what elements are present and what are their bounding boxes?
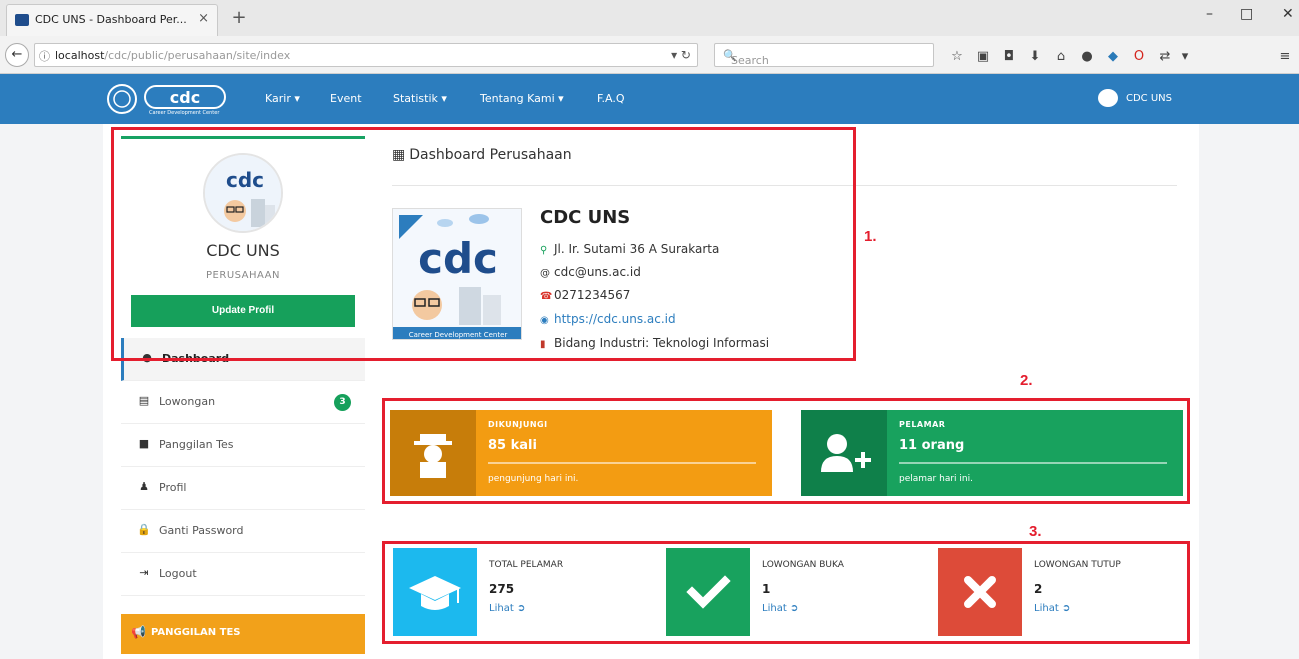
sidebar-item-logout[interactable]: ⇥ Logout: [121, 553, 365, 596]
annotation-box-3: [382, 541, 1190, 644]
new-tab-icon[interactable]: +: [228, 7, 250, 28]
tab-title: CDC UNS - Dashboard Per...: [35, 13, 187, 26]
logout-icon: ⇥: [139, 566, 149, 579]
chat-icon[interactable]: ●: [1078, 49, 1096, 64]
address-bar: ← ⓘ localhost/cdc/public/perusahaan/site…: [0, 36, 1299, 74]
browser-tab[interactable]: CDC UNS - Dashboard Per... ×: [6, 4, 218, 36]
sidebar-item-panggilan-tes[interactable]: ■ Panggilan Tes: [121, 424, 365, 467]
search-field[interactable]: 🔍 Search: [714, 43, 934, 67]
browser-tab-bar: CDC UNS - Dashboard Per... × + – □ ✕: [0, 0, 1299, 36]
reload-icon[interactable]: ▾ ↻: [671, 48, 691, 62]
nav-karir[interactable]: Karir ▾: [265, 92, 300, 105]
user-icon: ♟: [139, 480, 149, 493]
user-avatar-icon: [1098, 89, 1118, 107]
maximize-icon[interactable]: □: [1240, 6, 1253, 22]
nav-event[interactable]: Event: [330, 92, 362, 105]
close-window-icon[interactable]: ✕: [1282, 6, 1294, 22]
home-icon[interactable]: ⌂: [1052, 49, 1070, 64]
megaphone-icon: 📢: [131, 625, 146, 639]
nav-tentang-kami[interactable]: Tentang Kami ▾: [480, 92, 564, 105]
annotation-label-3: 3.: [1029, 523, 1042, 540]
url-field[interactable]: ⓘ localhost/cdc/public/perusahaan/site/i…: [34, 43, 698, 67]
lowongan-count-badge: 3: [334, 394, 351, 411]
nav-user-name: CDC UNS: [1126, 93, 1172, 104]
annotation-label-2: 2.: [1020, 372, 1033, 389]
minimize-icon[interactable]: –: [1206, 6, 1213, 22]
sidebar-item-label: Profil: [159, 481, 187, 494]
bookmark-star-icon[interactable]: ☆: [948, 49, 966, 64]
panggilan-tes-panel[interactable]: 📢 PANGGILAN TES: [121, 614, 365, 654]
info-icon[interactable]: ⓘ: [39, 48, 50, 64]
document-icon: ▤: [138, 394, 150, 407]
translate-icon[interactable]: ⇄: [1156, 49, 1174, 64]
lock-icon: 🔒: [137, 523, 151, 536]
sidebar-item-ganti-password[interactable]: 🔒 Ganti Password: [121, 510, 365, 553]
svg-text:Career Development Center: Career Development Center: [149, 110, 220, 116]
nav-statistik[interactable]: Statistik ▾: [393, 92, 447, 105]
menu-hamburger-icon[interactable]: ≡: [1276, 49, 1294, 64]
close-tab-icon[interactable]: ×: [198, 11, 209, 26]
folder-icon: ■: [138, 437, 150, 450]
svg-text:cdc: cdc: [170, 88, 200, 107]
nav-faq[interactable]: F.A.Q: [597, 92, 625, 105]
annotation-label-1: 1.: [864, 228, 877, 245]
sidebar-menu: ● Dashboard ▤ Lowongan 3 ■ Panggilan Tes…: [121, 338, 365, 596]
url-text: localhost/cdc/public/perusahaan/site/ind…: [55, 49, 291, 62]
reading-list-icon[interactable]: ▣: [974, 49, 992, 64]
sidebar-item-lowongan[interactable]: ▤ Lowongan 3: [121, 381, 365, 424]
opera-icon[interactable]: O: [1130, 49, 1148, 64]
site-navbar: cdc Career Development Center Karir ▾ Ev…: [0, 74, 1299, 124]
annotation-box-2: [382, 398, 1190, 504]
search-placeholder: 🔍 Search: [723, 49, 769, 67]
cdc-logo[interactable]: cdc Career Development Center: [105, 82, 260, 116]
sidebar-item-profil[interactable]: ♟ Profil: [121, 467, 365, 510]
extension-icon[interactable]: ◆: [1104, 49, 1122, 64]
favicon-icon: [15, 14, 29, 26]
panggilan-tes-title: PANGGILAN TES: [151, 627, 241, 638]
sidebar-item-label: Lowongan: [159, 395, 216, 408]
sidebar-item-label: Logout: [159, 567, 197, 580]
back-icon[interactable]: ←: [5, 43, 29, 67]
annotation-box-1: [111, 127, 856, 361]
sidebar-item-label: Ganti Password: [159, 524, 244, 537]
pocket-icon[interactable]: ◘: [1000, 49, 1018, 64]
overflow-chevron-icon[interactable]: ▾: [1176, 49, 1194, 64]
download-icon[interactable]: ⬇: [1026, 49, 1044, 64]
sidebar-item-label: Panggilan Tes: [159, 438, 234, 451]
